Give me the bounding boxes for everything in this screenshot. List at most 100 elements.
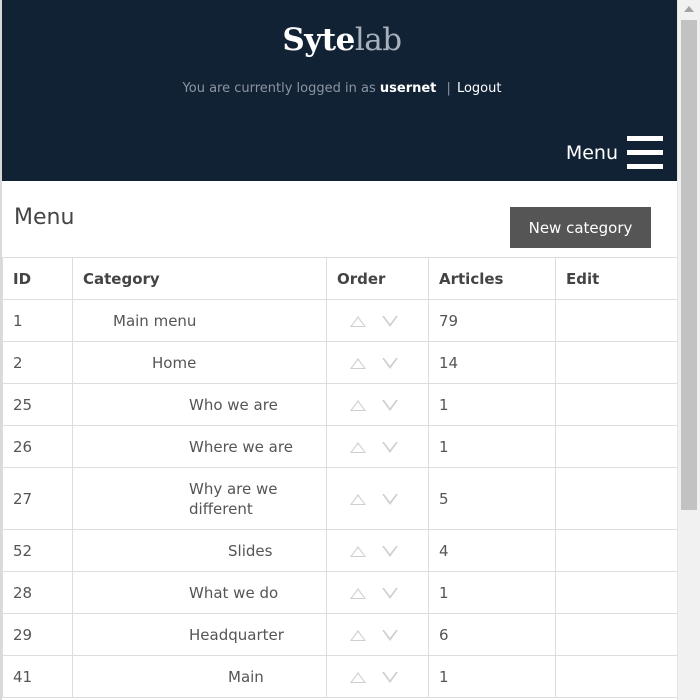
categories-table: ID Category Order Articles Edit 1 Main me… xyxy=(2,257,678,698)
row-articles: 5 xyxy=(428,467,556,530)
row-edit[interactable] xyxy=(555,383,678,426)
row-category-cell: What we do xyxy=(72,571,327,614)
scrollbar-thumb[interactable] xyxy=(681,20,697,510)
row-order-controls xyxy=(326,341,429,384)
table-row: 25 Who we are 1 xyxy=(2,383,678,426)
row-edit[interactable] xyxy=(555,529,678,572)
row-id: 27 xyxy=(2,467,73,530)
row-articles: 6 xyxy=(428,613,556,656)
page-title: Menu xyxy=(14,205,75,230)
row-edit[interactable] xyxy=(555,613,678,656)
triangle-down-icon[interactable] xyxy=(382,629,398,641)
row-category-cell: Why are we different xyxy=(72,467,327,530)
row-id: 2 xyxy=(2,341,73,384)
row-articles: 1 xyxy=(428,655,556,698)
new-category-button[interactable]: New category xyxy=(510,207,651,248)
row-order-controls xyxy=(326,655,429,698)
table-row: 1 Main menu 79 xyxy=(2,299,678,342)
separator: | xyxy=(446,81,451,96)
vertical-scrollbar[interactable] xyxy=(677,0,700,700)
column-header-id: ID xyxy=(2,257,73,300)
browser-viewport: Sytelab You are currently logged in as u… xyxy=(0,0,700,700)
triangle-down-icon[interactable] xyxy=(382,399,398,411)
row-edit[interactable] xyxy=(555,571,678,614)
column-header-category: Category xyxy=(72,257,327,300)
table-row: 2 Home 14 xyxy=(2,341,678,384)
table-row: 52 Slides 4 xyxy=(2,529,678,572)
row-order-controls xyxy=(326,299,429,342)
row-order-controls xyxy=(326,529,429,572)
triangle-up-icon[interactable] xyxy=(350,545,366,557)
scroll-up-arrow-icon[interactable] xyxy=(684,6,694,12)
triangle-down-icon[interactable] xyxy=(382,315,398,327)
row-category: Main xyxy=(228,667,264,686)
row-category: Slides xyxy=(228,541,273,560)
row-category-cell: Headquarter xyxy=(72,613,327,656)
triangle-down-icon[interactable] xyxy=(382,671,398,683)
menu-toggle-label: Menu xyxy=(565,142,618,164)
column-header-articles: Articles xyxy=(428,257,556,300)
logout-link[interactable]: Logout xyxy=(457,81,502,96)
login-prefix: You are currently logged in as xyxy=(182,81,376,96)
row-edit[interactable] xyxy=(555,425,678,468)
row-edit[interactable] xyxy=(555,341,678,384)
row-edit[interactable] xyxy=(555,467,678,530)
row-category-cell: Main menu xyxy=(72,299,327,342)
row-order-controls xyxy=(326,425,429,468)
triangle-down-icon[interactable] xyxy=(382,357,398,369)
row-id: 25 xyxy=(2,383,73,426)
row-category: Home xyxy=(152,353,197,372)
hamburger-icon xyxy=(627,136,663,170)
table-row: 41 Main 1 xyxy=(2,655,678,698)
table-row: 28 What we do 1 xyxy=(2,571,678,614)
site-logo[interactable]: Sytelab xyxy=(2,22,682,58)
site-header: Sytelab You are currently logged in as u… xyxy=(2,0,677,181)
row-edit[interactable] xyxy=(555,299,678,342)
triangle-down-icon[interactable] xyxy=(382,493,398,505)
row-articles: 79 xyxy=(428,299,556,342)
row-articles: 14 xyxy=(428,341,556,384)
triangle-up-icon[interactable] xyxy=(350,315,366,327)
row-order-controls xyxy=(326,383,429,426)
row-category: What we do xyxy=(189,583,279,602)
row-category-cell: Where we are xyxy=(72,425,327,468)
row-category-cell: Slides xyxy=(72,529,327,572)
row-category: Who we are xyxy=(189,395,278,414)
row-id: 29 xyxy=(2,613,73,656)
table-row: 27 Why are we different 5 xyxy=(2,467,678,530)
triangle-up-icon[interactable] xyxy=(350,629,366,641)
table-body: 1 Main menu 79 2 Home 14 25 Who we are 1 26 Where … xyxy=(2,299,678,698)
row-edit[interactable] xyxy=(555,655,678,698)
triangle-up-icon[interactable] xyxy=(350,399,366,411)
triangle-down-icon[interactable] xyxy=(382,545,398,557)
triangle-up-icon[interactable] xyxy=(350,493,366,505)
triangle-down-icon[interactable] xyxy=(382,441,398,453)
menu-toggle-button[interactable]: Menu xyxy=(566,136,663,170)
row-category-cell: Who we are xyxy=(72,383,327,426)
row-category: Main menu xyxy=(113,311,197,330)
logo-light-part: lab xyxy=(354,22,402,58)
triangle-up-icon[interactable] xyxy=(350,357,366,369)
row-articles: 1 xyxy=(428,383,556,426)
row-articles: 1 xyxy=(428,571,556,614)
row-id: 26 xyxy=(2,425,73,468)
row-order-controls xyxy=(326,613,429,656)
row-category: Headquarter xyxy=(189,625,284,644)
table-row: 29 Headquarter 6 xyxy=(2,613,678,656)
logo-bold-part: Syte xyxy=(282,22,355,58)
row-id: 41 xyxy=(2,655,73,698)
triangle-up-icon[interactable] xyxy=(350,671,366,683)
table-row: 26 Where we are 1 xyxy=(2,425,678,468)
triangle-up-icon[interactable] xyxy=(350,587,366,599)
row-articles: 4 xyxy=(428,529,556,572)
row-category: Why are we different xyxy=(189,479,278,518)
row-id: 28 xyxy=(2,571,73,614)
username: usernet xyxy=(379,81,437,96)
triangle-up-icon[interactable] xyxy=(350,441,366,453)
row-id: 52 xyxy=(2,529,73,572)
row-category-cell: Home xyxy=(72,341,327,384)
triangle-down-icon[interactable] xyxy=(382,587,398,599)
column-header-edit: Edit xyxy=(555,257,678,300)
column-header-order: Order xyxy=(326,257,429,300)
table-header-row: ID Category Order Articles Edit xyxy=(2,257,678,300)
